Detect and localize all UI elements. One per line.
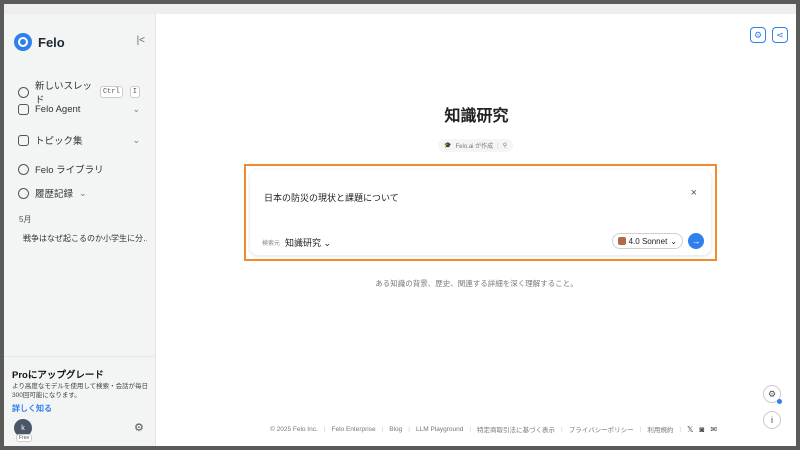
footer-link-terms[interactable]: 利用規約 bbox=[647, 424, 673, 434]
agent-icon bbox=[18, 104, 29, 115]
send-button[interactable]: → bbox=[688, 233, 704, 249]
collapse-sidebar-icon[interactable]: |< bbox=[137, 35, 145, 46]
learn-more-link[interactable]: 詳しく知る bbox=[12, 403, 52, 414]
divider: | bbox=[679, 425, 682, 433]
source-label: 検索元 bbox=[262, 241, 281, 247]
sidebar: Felo |< 新しいスレッド Ctrl I Felo Agent ⌄ トピック… bbox=[4, 14, 156, 446]
sidebar-item-label: Felo Agent bbox=[35, 104, 81, 115]
footer-link-llm-playground[interactable]: LLM Playground bbox=[416, 426, 463, 433]
sidebar-item-label: Felo ライブラリ bbox=[35, 165, 104, 176]
bookmark-icon bbox=[18, 134, 29, 146]
new-thread-label: 新しいスレッド bbox=[35, 81, 93, 106]
model-label: 4.0 Sonnet bbox=[628, 236, 668, 246]
sidebar-item-felo-agent[interactable]: Felo Agent ⌄ bbox=[18, 104, 140, 115]
sidebar-item-library[interactable]: Felo ライブラリ bbox=[18, 162, 140, 176]
creator-label: Felo.ai が作成 bbox=[455, 144, 494, 150]
footer-link-blog[interactable]: Blog bbox=[389, 426, 402, 433]
sidebar-item-topics[interactable]: トピック集 ⌄ bbox=[18, 133, 140, 147]
chevron-down-icon: ⌄ bbox=[79, 187, 87, 198]
cloud-upload-icon bbox=[18, 163, 29, 175]
footer-link-privacy[interactable]: プライバシーポリシー bbox=[569, 424, 634, 434]
chevron-down-icon: ⌄ bbox=[670, 236, 677, 246]
source-value: 知識研究 bbox=[285, 238, 322, 248]
info-icon[interactable]: i bbox=[763, 411, 781, 429]
brand-logo[interactable]: Felo bbox=[14, 33, 65, 51]
notification-dot bbox=[777, 399, 782, 404]
history-item[interactable]: 戦争はなぜ起こるのか小学生に分… bbox=[23, 233, 147, 244]
new-thread-button[interactable]: 新しいスレッド Ctrl I bbox=[18, 78, 140, 106]
plan-badge: Free bbox=[16, 434, 33, 442]
brand-name: Felo bbox=[38, 34, 65, 50]
divider: | bbox=[323, 425, 326, 433]
creator-badge: 🎓 Felo.ai が作成 | ⚲ bbox=[438, 139, 514, 152]
source-dropdown[interactable]: 知識研究 ⌄ bbox=[285, 236, 331, 249]
divider: | bbox=[561, 425, 563, 433]
chevron-down-icon: ⌄ bbox=[132, 104, 140, 114]
chevron-down-icon: ⌄ bbox=[323, 238, 332, 248]
sidebar-item-history[interactable]: 履歴記録 ⌄ bbox=[18, 186, 140, 200]
settings-gear-icon[interactable]: ⚙ bbox=[134, 421, 144, 434]
research-description: ある知識の背景、歴史、関連する詳細を深く理解すること。 bbox=[375, 279, 578, 288]
app-window: Felo |< 新しいスレッド Ctrl I Felo Agent ⌄ トピック… bbox=[4, 4, 796, 446]
copyright: © 2025 Felo Inc. bbox=[270, 425, 318, 433]
divider bbox=[4, 356, 156, 357]
shortcut-ctrl: Ctrl bbox=[99, 86, 123, 98]
model-selector[interactable]: 4.0 Sonnet ⌄ bbox=[611, 233, 683, 249]
x-twitter-icon[interactable]: 𝕏 bbox=[687, 425, 693, 434]
search-highlight: 日本の防災の現状と課題について × 検索元 知識研究 ⌄ 4.0 Sonnet … bbox=[244, 164, 717, 261]
upgrade-description: より高度なモデルを使用して検索・会話が毎日300回可能になります。 bbox=[12, 383, 149, 399]
search-input[interactable]: 日本の防災の現状と課題について bbox=[264, 191, 399, 204]
divider: | bbox=[408, 425, 410, 433]
felo-logo-icon bbox=[14, 33, 32, 51]
footer: © 2025 Felo Inc. | Felo Enterprise | Blo… bbox=[270, 424, 717, 435]
sidebar-item-label: トピック集 bbox=[35, 136, 83, 147]
sidebar-item-label: 履歴記録 bbox=[35, 189, 74, 200]
divider: | bbox=[497, 142, 499, 149]
pin-icon[interactable]: ⚲ bbox=[503, 142, 507, 149]
upgrade-title: Proにアップグレード bbox=[12, 370, 104, 381]
anthropic-icon bbox=[617, 237, 626, 245]
footer-link-enterprise[interactable]: Felo Enterprise bbox=[332, 426, 376, 433]
divider: | bbox=[381, 425, 384, 433]
divider: | bbox=[469, 425, 472, 433]
graduation-cap-icon: 🎓 bbox=[444, 143, 452, 149]
history-icon bbox=[18, 187, 29, 199]
settings-gear-icon[interactable]: ⚙ bbox=[750, 27, 766, 43]
shortcut-i: I bbox=[129, 86, 140, 98]
page-title: 知識研究 bbox=[444, 108, 509, 125]
discord-icon[interactable]: ◙ bbox=[699, 425, 704, 434]
close-icon[interactable]: × bbox=[691, 187, 697, 199]
footer-link-commercial-law[interactable]: 特定商取引法に基づく表示 bbox=[477, 424, 555, 434]
plus-chat-icon bbox=[18, 86, 29, 98]
chevron-down-icon: ⌄ bbox=[132, 134, 140, 145]
divider: | bbox=[639, 425, 642, 433]
mail-icon[interactable]: ✉ bbox=[710, 425, 717, 434]
main-content: ⚙ ⋖ 知識研究 🎓 Felo.ai が作成 | ⚲ 日本の防災の現状と課題につ… bbox=[157, 14, 796, 446]
history-month: 5月 bbox=[19, 215, 32, 224]
share-icon[interactable]: ⋖ bbox=[772, 27, 788, 43]
search-panel: 日本の防災の現状と課題について × 検索元 知識研究 ⌄ 4.0 Sonnet … bbox=[250, 170, 711, 255]
